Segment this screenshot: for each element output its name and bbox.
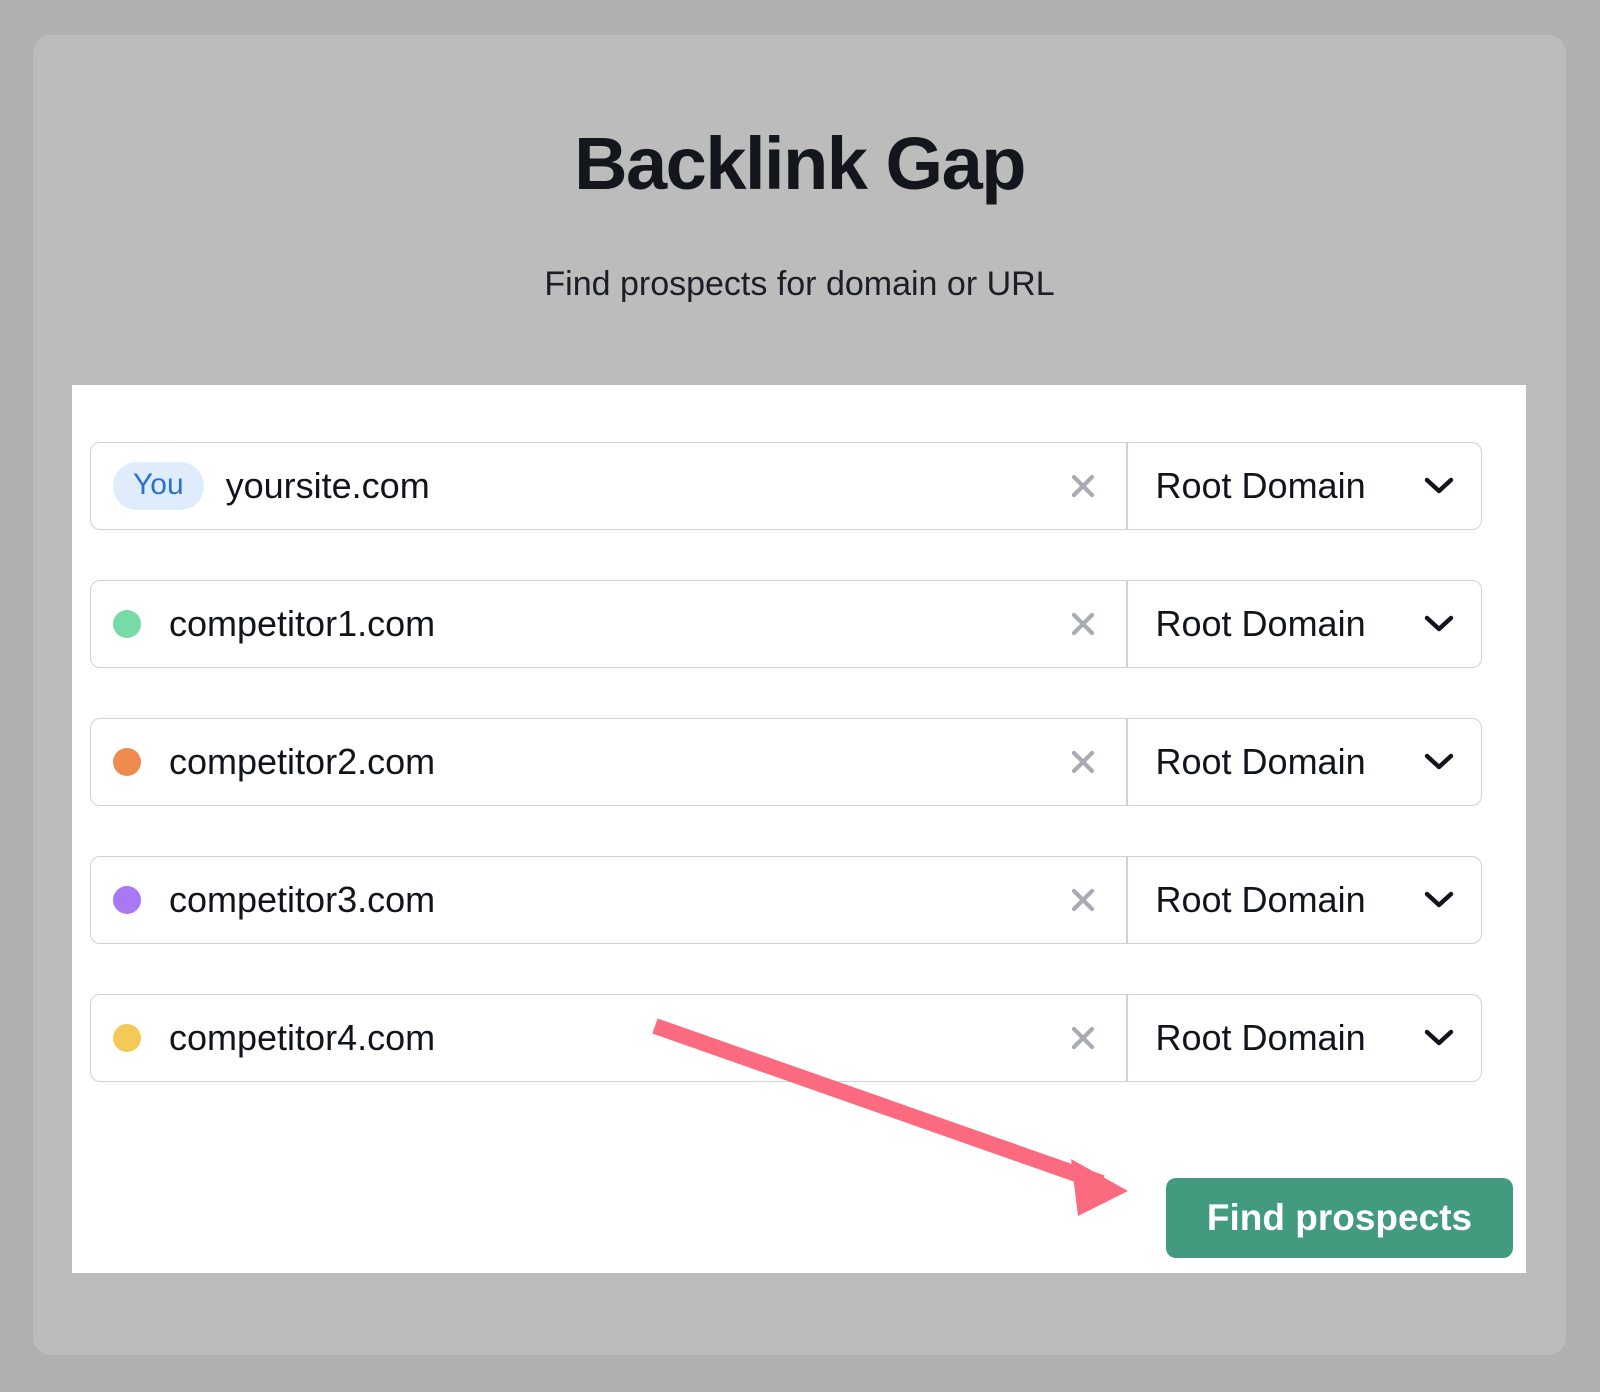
domain-type-select-4[interactable]: Root Domain [1128,995,1482,1081]
competitor-color-dot [113,748,141,776]
domain-type-label: Root Domain [1156,1020,1366,1056]
chevron-down-icon[interactable] [1424,1029,1454,1047]
domain-value: competitor3.com [169,882,435,918]
domain-row[interactable]: You yoursite.com Root Domain [90,442,1482,530]
search-form-card: You yoursite.com Root Domain [72,385,1526,1273]
close-icon[interactable] [1066,745,1100,779]
you-badge: You [113,462,204,510]
close-icon[interactable] [1066,469,1100,503]
domain-input-3[interactable]: competitor3.com [91,857,1126,943]
domain-type-label: Root Domain [1156,468,1366,504]
competitor-color-dot [113,1024,141,1052]
find-prospects-button[interactable]: Find prospects [1166,1178,1513,1258]
chevron-down-icon[interactable] [1424,477,1454,495]
domain-row[interactable]: competitor4.com Root Domain [90,994,1482,1082]
chevron-down-icon[interactable] [1424,753,1454,771]
domain-value: competitor4.com [169,1020,435,1056]
domain-row[interactable]: competitor2.com Root Domain [90,718,1482,806]
outer-panel: Backlink Gap Find prospects for domain o… [33,35,1566,1355]
domain-value: competitor1.com [169,606,435,642]
domain-input-1[interactable]: competitor1.com [91,581,1126,667]
domain-type-select-2[interactable]: Root Domain [1128,719,1482,805]
chevron-down-icon[interactable] [1424,891,1454,909]
competitor-color-dot [113,886,141,914]
domain-type-select-1[interactable]: Root Domain [1128,581,1482,667]
competitor-color-dot [113,610,141,638]
domain-value: yoursite.com [226,468,430,504]
domain-type-label: Root Domain [1156,606,1366,642]
domain-type-label: Root Domain [1156,744,1366,780]
domain-row[interactable]: competitor3.com Root Domain [90,856,1482,944]
domain-type-label: Root Domain [1156,882,1366,918]
page-subtitle: Find prospects for domain or URL [33,267,1566,301]
domain-type-select-3[interactable]: Root Domain [1128,857,1482,943]
domain-input-4[interactable]: competitor4.com [91,995,1126,1081]
page-title: Backlink Gap [33,127,1566,201]
domain-type-select-0[interactable]: Root Domain [1128,443,1482,529]
close-icon[interactable] [1066,883,1100,917]
domain-row[interactable]: competitor1.com Root Domain [90,580,1482,668]
domain-input-2[interactable]: competitor2.com [91,719,1126,805]
domain-value: competitor2.com [169,744,435,780]
close-icon[interactable] [1066,1021,1100,1055]
domain-input-0[interactable]: You yoursite.com [91,443,1126,529]
close-icon[interactable] [1066,607,1100,641]
chevron-down-icon[interactable] [1424,615,1454,633]
